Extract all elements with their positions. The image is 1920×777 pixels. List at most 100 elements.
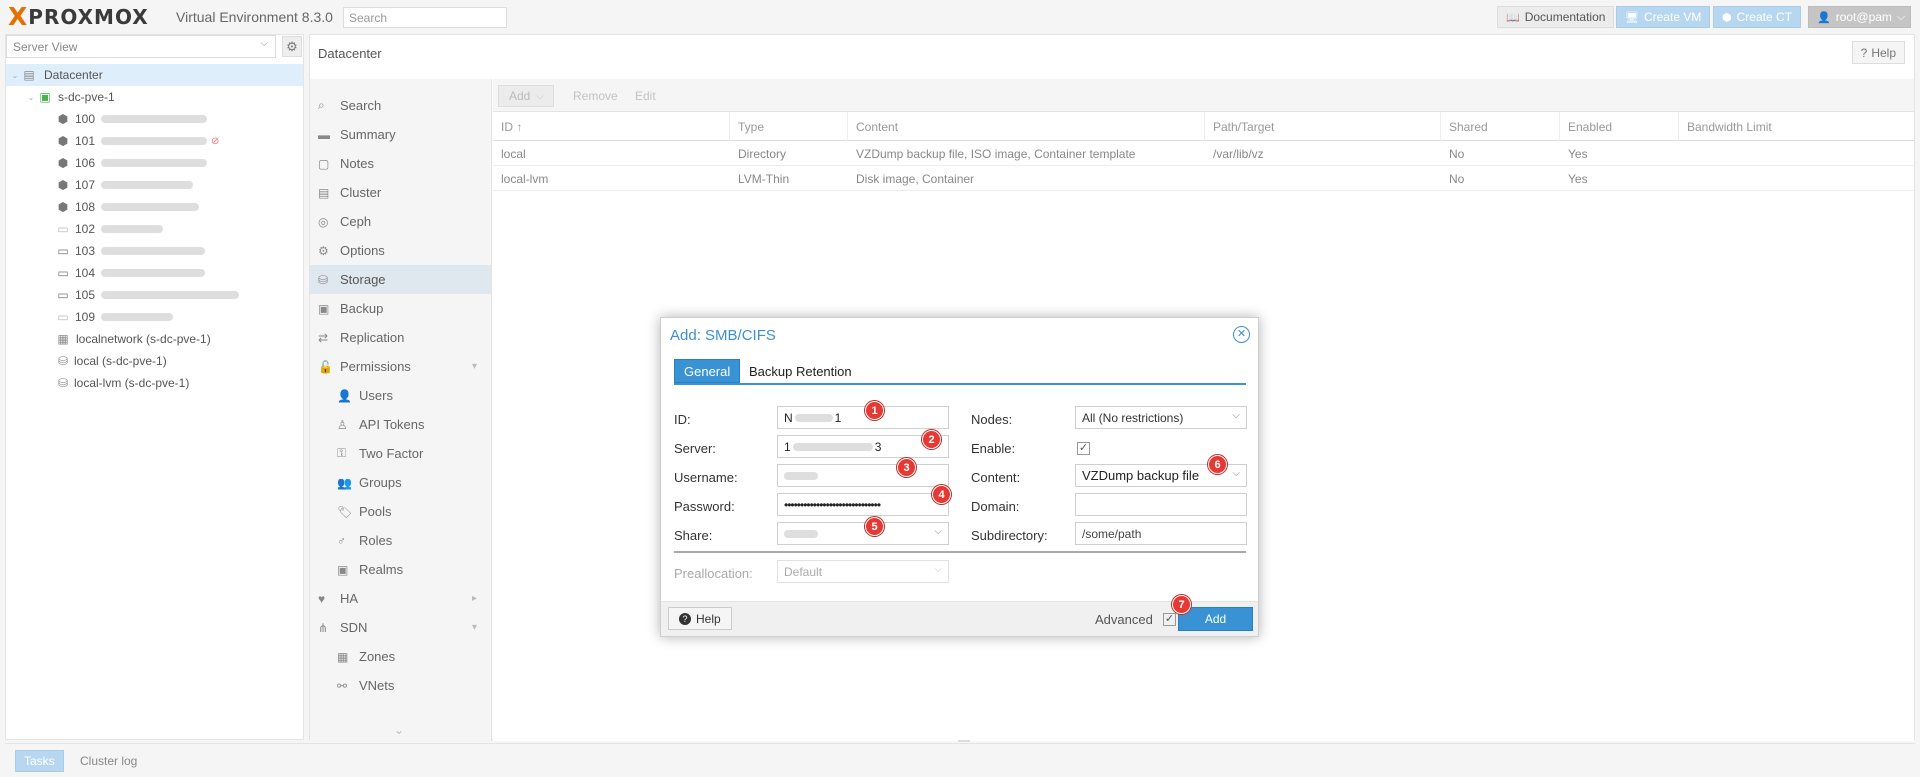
chevron-down-icon: ▾: [471, 622, 477, 633]
column-header-type[interactable]: Type: [730, 112, 848, 141]
column-header-path[interactable]: Path/Target: [1205, 112, 1441, 141]
menu-item-zones[interactable]: ▦ Zones: [310, 642, 491, 671]
menu-item-pools[interactable]: 🏷 Pools: [310, 497, 491, 526]
tab-cluster-log[interactable]: Cluster log: [72, 750, 145, 772]
menu-item-search[interactable]: ⌕ Search: [310, 91, 491, 120]
collapse-icon[interactable]: ⌄: [10, 71, 20, 80]
menu-item-replication[interactable]: ⇄ Replication: [310, 323, 491, 352]
cell-content: Disk image, Container: [856, 172, 975, 186]
address-book-icon: ▣: [337, 562, 349, 577]
panel-splitter[interactable]: [958, 740, 970, 742]
tree-item-guest[interactable]: ⬢ 101 ⊘: [6, 130, 303, 152]
add-button[interactable]: Add ⌵: [498, 85, 555, 107]
edit-button[interactable]: Edit: [625, 85, 666, 107]
tree-item-guest[interactable]: ▭ 109: [6, 306, 303, 328]
create-vm-button[interactable]: 🖥 Create VM: [1616, 6, 1711, 28]
blurred-name: [101, 269, 206, 277]
menu-item-ceph[interactable]: ◎ Ceph: [310, 207, 491, 236]
menu-item-cluster[interactable]: ▤ Cluster: [310, 178, 491, 207]
menu-item-sdn[interactable]: ⋔ SDN ▾: [310, 613, 491, 642]
column-header-enabled[interactable]: Enabled: [1560, 112, 1679, 141]
tree-item-storage-local-lvm[interactable]: ⛁ local-lvm (s-dc-pve-1): [6, 372, 303, 394]
column-header-id[interactable]: ID ↑: [493, 112, 730, 141]
dialog-help-button[interactable]: ? Help: [668, 607, 732, 630]
menu-item-roles[interactable]: ♂ Roles: [310, 526, 491, 555]
tree-item-guest[interactable]: ▭ 105: [6, 284, 303, 306]
container-icon: ⬢: [57, 134, 69, 148]
user-menu-button[interactable]: 👤 root@pam ⌵: [1808, 6, 1911, 28]
tab-backup-retention[interactable]: Backup Retention: [740, 359, 861, 383]
create-ct-button[interactable]: ⬢ Create CT: [1713, 6, 1801, 28]
tree-item-storage-local[interactable]: ⛁ local (s-dc-pve-1): [6, 350, 303, 372]
menu-label: Cluster: [340, 185, 382, 200]
menu-item-ha[interactable]: ♥ HA ▸: [310, 584, 491, 613]
id-value-end: 1: [834, 411, 842, 425]
help-button[interactable]: ? Help: [1851, 41, 1905, 64]
remove-label: Remove: [573, 89, 618, 103]
chevron-down-icon: ▾: [471, 361, 477, 372]
blurred-value: [794, 414, 833, 422]
tree-item-node[interactable]: ⌄ ▣ s-dc-pve-1: [6, 86, 303, 108]
menu-item-backup[interactable]: ▣ Backup: [310, 294, 491, 323]
sitemap-icon: ⋔: [318, 620, 329, 635]
enable-checkbox[interactable]: ✓: [1077, 442, 1090, 455]
menu-item-vnets[interactable]: ⚯ VNets: [310, 671, 491, 700]
tree-item-guest[interactable]: ▭ 102: [6, 218, 303, 240]
tree-item-sdn[interactable]: ▦ localnetwork (s-dc-pve-1): [6, 328, 303, 350]
tab-tasks[interactable]: Tasks: [15, 750, 64, 772]
nodes-select[interactable]: All (No restrictions) ⌵: [1075, 406, 1247, 429]
documentation-button[interactable]: 📖 Documentation: [1497, 6, 1615, 28]
collapse-icon[interactable]: ⌄: [26, 93, 36, 102]
tab-general[interactable]: General: [674, 359, 741, 383]
tree-item-guest[interactable]: ⬢ 100: [6, 108, 303, 130]
menu-item-groups[interactable]: 👥 Groups: [310, 468, 491, 497]
tree-item-guest[interactable]: ⬢ 107: [6, 174, 303, 196]
menu-item-notes[interactable]: ▢ Notes: [310, 149, 491, 178]
blurred-name: [101, 247, 206, 255]
nodes-value: All (No restrictions): [1082, 411, 1184, 425]
gear-icon[interactable]: ⚙: [282, 36, 302, 57]
subdirectory-field[interactable]: /some/path: [1075, 522, 1247, 545]
database-icon: ⛁: [57, 376, 69, 390]
advanced-checkbox[interactable]: ✓: [1163, 613, 1176, 626]
blurred-name: [101, 203, 200, 211]
tree-item-guest[interactable]: ⬢ 108: [6, 196, 303, 218]
password-field[interactable]: ••••••••••••••••••••••••••••••: [777, 493, 949, 516]
domain-field[interactable]: [1075, 493, 1247, 516]
tags-icon: 🏷: [337, 504, 353, 519]
chevron-down-icon: ⌵: [1896, 10, 1906, 23]
column-header-bandwidth[interactable]: Bandwidth Limit: [1679, 112, 1914, 141]
menu-item-realms[interactable]: ▣ Realms: [310, 555, 491, 584]
column-header-shared[interactable]: Shared: [1441, 112, 1560, 141]
table-row[interactable]: local-lvm LVM-Thin Disk image, Container…: [493, 166, 1914, 191]
remove-button[interactable]: Remove: [563, 85, 628, 107]
proxmox-logo[interactable]: X PROXMOX: [8, 4, 149, 30]
preallocation-select[interactable]: Default ⌵: [777, 560, 949, 583]
column-header-content[interactable]: Content: [848, 112, 1205, 141]
enable-label: Enable:: [971, 441, 1016, 456]
menu-item-options[interactable]: ⚙ Options: [310, 236, 491, 265]
guest-id: 108: [75, 200, 96, 214]
menu-item-permissions[interactable]: 🔓 Permissions ▾: [310, 352, 491, 381]
tree-item-datacenter[interactable]: ⌄ ▤ Datacenter: [6, 64, 303, 86]
tree-item-guest[interactable]: ▭ 104: [6, 262, 303, 284]
share-select[interactable]: ⌵: [777, 522, 949, 545]
menu-item-two-factor[interactable]: ⚿ Two Factor: [310, 439, 491, 468]
view-select[interactable]: Server View ⌵: [6, 35, 276, 58]
menu-item-api-tokens[interactable]: ♙ API Tokens: [310, 410, 491, 439]
username-field[interactable]: [777, 464, 949, 487]
cell-path: /var/lib/vz: [1213, 147, 1264, 161]
scroll-down-icon[interactable]: ⌄: [394, 723, 404, 737]
id-field[interactable]: N1: [777, 406, 949, 429]
tree-label: s-dc-pve-1: [58, 90, 115, 104]
tree-item-guest[interactable]: ⬢ 106: [6, 152, 303, 174]
add-submit-button[interactable]: Add: [1178, 607, 1253, 631]
table-row[interactable]: local Directory VZDump backup file, ISO …: [493, 141, 1914, 166]
menu-item-users[interactable]: 👤 Users: [310, 381, 491, 410]
menu-label: VNets: [359, 678, 395, 693]
close-icon[interactable]: ✕: [1233, 326, 1250, 343]
search-input[interactable]: Search: [343, 7, 507, 28]
menu-item-storage[interactable]: ⛁ Storage: [310, 265, 491, 294]
menu-item-summary[interactable]: ▬ Summary: [310, 120, 491, 149]
tree-item-guest[interactable]: ▭ 103: [6, 240, 303, 262]
